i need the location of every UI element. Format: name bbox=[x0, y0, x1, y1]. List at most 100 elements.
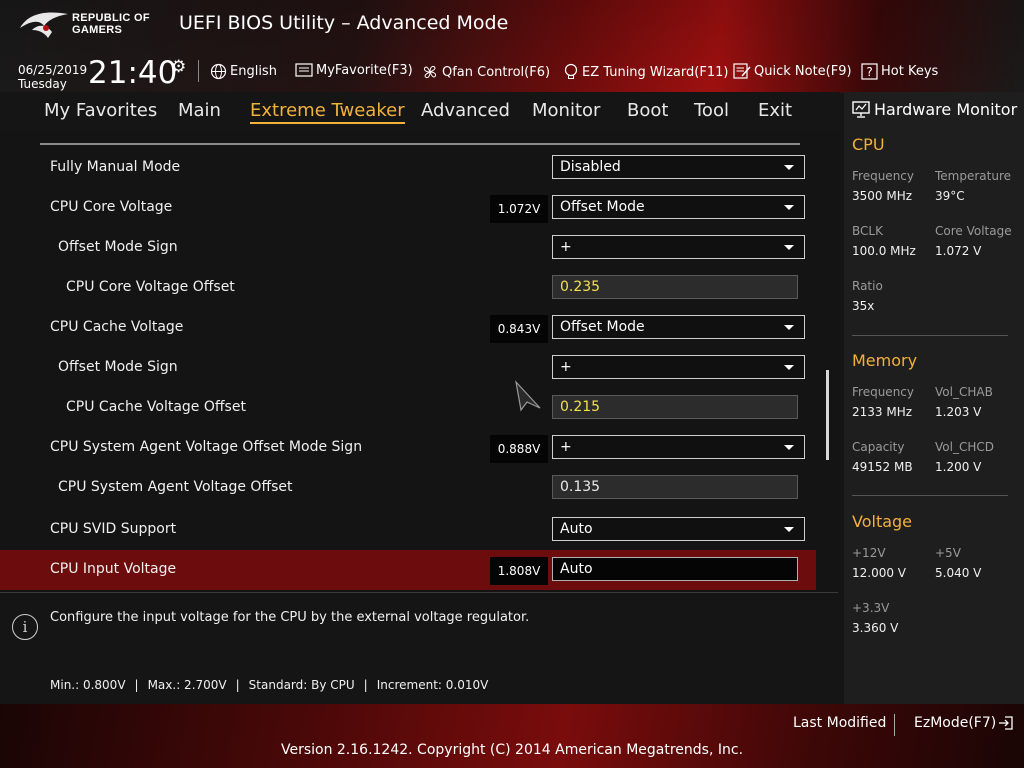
cpu-cache-voltage-dropdown[interactable]: Offset Mode bbox=[552, 315, 805, 339]
dropdown-value: Offset Mode bbox=[560, 199, 645, 215]
v33-label: +3.3V bbox=[852, 601, 890, 615]
info-icon: i bbox=[12, 614, 38, 640]
cpu-heading: CPU bbox=[852, 135, 885, 154]
fan-icon bbox=[423, 65, 437, 79]
language-button[interactable]: English bbox=[210, 63, 277, 80]
settings-scrollbar[interactable] bbox=[826, 370, 829, 460]
voltage-readout: 1.808V bbox=[490, 557, 548, 585]
svg-text:?: ? bbox=[866, 65, 872, 79]
setting-row-cache-offset-mode-sign[interactable]: Offset Mode Sign + bbox=[0, 348, 816, 388]
cpu-frequency-label: Frequency bbox=[852, 169, 914, 183]
voltage-readout: 0.888V bbox=[490, 435, 548, 463]
ez-tuning-button[interactable]: EZ Tuning Wizard(F11) bbox=[563, 63, 728, 81]
memory-frequency-value: 2133 MHz bbox=[852, 405, 913, 419]
lightbulb-icon bbox=[564, 63, 578, 79]
cpu-core-voltage-offset-input[interactable]: 0.235 bbox=[552, 275, 798, 299]
language-label: English bbox=[230, 64, 277, 79]
vol-chab-value: 1.203 V bbox=[935, 405, 982, 419]
vol-chcd-value: 1.200 V bbox=[935, 460, 982, 474]
capacity-label: Capacity bbox=[852, 440, 905, 454]
setting-row-cpu-cache-voltage-offset[interactable]: CPU Cache Voltage Offset 0.215 bbox=[0, 388, 816, 428]
setting-row-fully-manual-mode[interactable]: Fully Manual Mode Disabled bbox=[0, 148, 816, 188]
toolbar-divider bbox=[198, 60, 199, 82]
exit-arrow-icon bbox=[999, 716, 1013, 730]
limits-separator: | bbox=[235, 678, 240, 692]
last-modified-button[interactable]: Last Modified bbox=[793, 715, 886, 731]
setting-label: CPU SVID Support bbox=[50, 521, 177, 537]
min-value: Min.: 0.800V bbox=[50, 678, 126, 692]
cpu-core-voltage-dropdown[interactable]: Offset Mode bbox=[552, 195, 805, 219]
v5-label: +5V bbox=[935, 546, 961, 560]
dropdown-value: + bbox=[560, 239, 572, 255]
chevron-down-icon bbox=[784, 165, 794, 170]
tab-advanced[interactable]: Advanced bbox=[421, 100, 510, 121]
cpu-input-voltage-input[interactable]: Auto bbox=[552, 557, 798, 581]
sa-offset-sign-dropdown[interactable]: + bbox=[552, 435, 805, 459]
clock[interactable]: 21:40 bbox=[88, 56, 177, 90]
ratio-label: Ratio bbox=[852, 279, 883, 293]
ezmode-label: EzMode(F7) bbox=[914, 715, 997, 731]
dropdown-value: Auto bbox=[560, 521, 593, 537]
cpu-svid-support-dropdown[interactable]: Auto bbox=[552, 517, 805, 541]
myfavorite-label: MyFavorite(F3) bbox=[316, 63, 413, 78]
brand-text: REPUBLIC OF GAMERS bbox=[72, 12, 150, 36]
copyright-text: Version 2.16.1242. Copyright (C) 2014 Am… bbox=[280, 742, 744, 758]
standard-value: Standard: By CPU bbox=[248, 678, 355, 692]
ezmode-button[interactable]: EzMode(F7) bbox=[914, 715, 1014, 731]
chevron-down-icon bbox=[784, 205, 794, 210]
cpu-frequency-value: 3500 MHz bbox=[852, 189, 913, 203]
setting-row-sa-voltage-offset[interactable]: CPU System Agent Voltage Offset 0.135 bbox=[0, 468, 816, 508]
cpu-cache-voltage-offset-input[interactable]: 0.215 bbox=[552, 395, 798, 419]
footer-bar: Last Modified EzMode(F7) Version 2.16.12… bbox=[0, 704, 1024, 768]
gear-icon[interactable]: ⚙ bbox=[171, 57, 186, 77]
sa-voltage-offset-input[interactable]: 0.135 bbox=[552, 475, 798, 499]
dropdown-value: Disabled bbox=[560, 159, 621, 175]
tab-main[interactable]: Main bbox=[178, 100, 221, 121]
tab-tool[interactable]: Tool bbox=[694, 100, 729, 121]
setting-label: CPU System Agent Voltage Offset bbox=[58, 479, 293, 495]
section-divider bbox=[852, 335, 1008, 336]
setting-row-cpu-cache-voltage[interactable]: CPU Cache Voltage 0.843V Offset Mode bbox=[0, 308, 816, 348]
cache-offset-sign-dropdown[interactable]: + bbox=[552, 355, 805, 379]
core-offset-sign-dropdown[interactable]: + bbox=[552, 235, 805, 259]
quick-note-label: Quick Note(F9) bbox=[754, 63, 852, 79]
brand-line-1: REPUBLIC OF bbox=[72, 12, 150, 24]
qfan-label: Qfan Control(F6) bbox=[442, 64, 551, 80]
tab-exit[interactable]: Exit bbox=[758, 100, 792, 121]
setting-row-cpu-svid-support[interactable]: CPU SVID Support Auto bbox=[0, 510, 816, 550]
hardware-monitor-label: Hardware Monitor bbox=[874, 100, 1018, 119]
bclk-value: 100.0 MHz bbox=[852, 244, 916, 258]
setting-row-cpu-input-voltage[interactable]: CPU Input Voltage 1.808V Auto bbox=[0, 550, 816, 590]
qfan-button[interactable]: Qfan Control(F6) bbox=[421, 63, 550, 81]
setting-row-cpu-core-voltage[interactable]: CPU Core Voltage 1.072V Offset Mode bbox=[0, 188, 816, 228]
voltage-heading: Voltage bbox=[852, 512, 913, 531]
globe-icon bbox=[210, 63, 227, 80]
setting-label: Fully Manual Mode bbox=[50, 159, 181, 175]
hot-keys-button[interactable]: ? Hot Keys bbox=[861, 63, 938, 80]
v33-value: 3.360 V bbox=[852, 621, 899, 635]
setting-row-sa-offset-mode-sign[interactable]: CPU System Agent Voltage Offset Mode Sig… bbox=[0, 428, 816, 468]
footer-divider bbox=[894, 714, 895, 736]
fully-manual-mode-dropdown[interactable]: Disabled bbox=[552, 155, 805, 179]
chevron-down-icon bbox=[784, 245, 794, 250]
quick-note-button[interactable]: Quick Note(F9) bbox=[733, 63, 852, 79]
setting-label: CPU Input Voltage bbox=[50, 561, 177, 577]
tab-my-favorites[interactable]: My Favorites bbox=[44, 100, 157, 121]
setting-label: CPU Core Voltage bbox=[50, 199, 173, 215]
vol-chcd-label: Vol_CHCD bbox=[935, 440, 994, 454]
voltage-readout: 0.843V bbox=[490, 315, 548, 343]
main-tab-bar: My Favorites Main Extreme Tweaker Advanc… bbox=[0, 92, 840, 130]
date-text: 06/25/2019 bbox=[18, 63, 88, 77]
tab-extreme-tweaker[interactable]: Extreme Tweaker bbox=[250, 100, 405, 124]
ratio-value: 35x bbox=[852, 299, 875, 313]
mouse-cursor-icon bbox=[515, 380, 541, 412]
setting-row-cpu-core-voltage-offset[interactable]: CPU Core Voltage Offset 0.235 bbox=[0, 268, 816, 308]
tab-monitor[interactable]: Monitor bbox=[532, 100, 600, 121]
tab-boot[interactable]: Boot bbox=[627, 100, 668, 121]
question-box-icon: ? bbox=[861, 63, 878, 80]
header-bar: REPUBLIC OF GAMERS UEFI BIOS Utility – A… bbox=[0, 0, 1024, 93]
myfavorite-button[interactable]: MyFavorite(F3) bbox=[295, 63, 413, 78]
core-voltage-label: Core Voltage bbox=[935, 224, 1012, 238]
setting-row-core-offset-mode-sign[interactable]: Offset Mode Sign + bbox=[0, 228, 816, 268]
tab-underline-divider bbox=[40, 143, 800, 145]
